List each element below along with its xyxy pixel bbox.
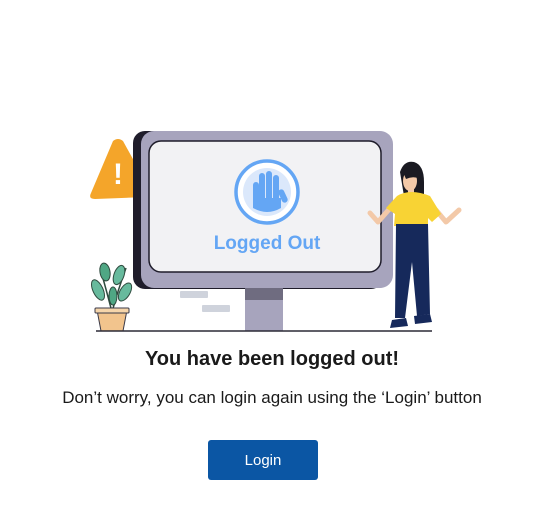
screen-label: Logged Out [214, 233, 321, 254]
login-button[interactable]: Login [208, 440, 318, 480]
logged-out-illustration: ! Logged Out [90, 131, 462, 332]
warning-symbol: ! [113, 158, 123, 191]
logout-page: ! Logged Out You have been logged out! D… [0, 0, 544, 522]
logout-message: Don’t worry, you can login again using t… [62, 388, 482, 407]
logout-title: You have been logged out! [144, 348, 400, 370]
potted-plant-icon [91, 262, 133, 332]
hand-stop-icon [234, 159, 300, 225]
